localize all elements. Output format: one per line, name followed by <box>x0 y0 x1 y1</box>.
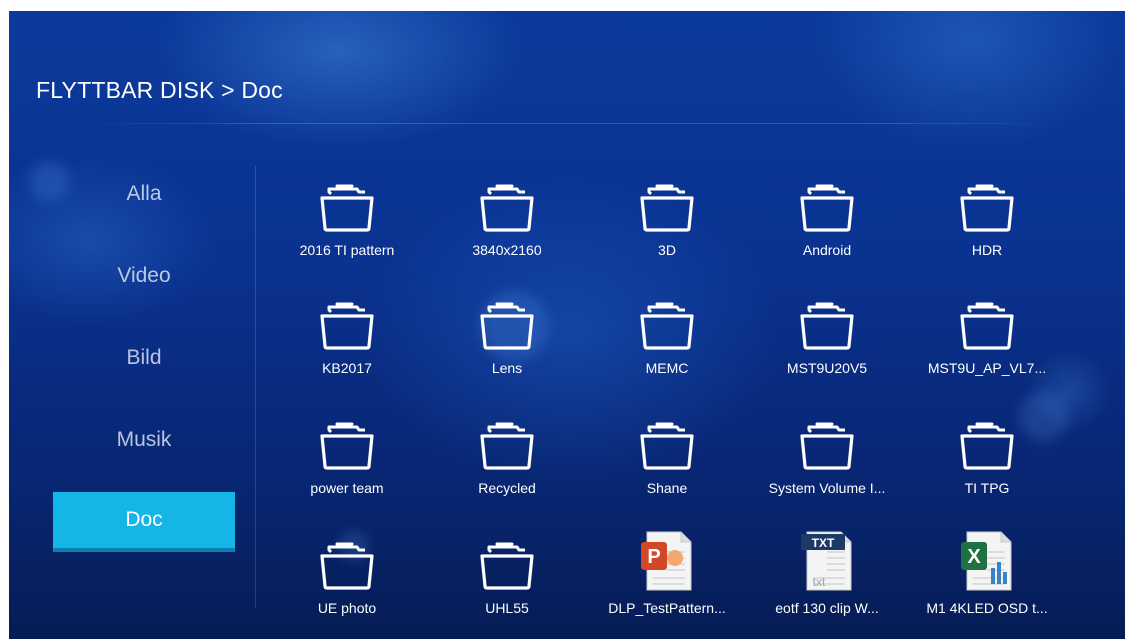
file-name-label: 2016 TI pattern <box>299 242 395 258</box>
folder-icon <box>960 302 1014 350</box>
folder-icon <box>477 288 537 352</box>
file-name-label: TI TPG <box>964 480 1010 496</box>
sidebar-item-video[interactable]: Video <box>53 248 235 304</box>
folder-tile[interactable]: HDR <box>907 166 1067 286</box>
file-name-label: eotf 130 clip W... <box>775 600 879 616</box>
file-name-label: DLP_TestPattern... <box>608 600 726 616</box>
file-badge-text: X <box>967 546 981 568</box>
folder-icon <box>480 422 534 470</box>
file-tile[interactable]: P DLP_TestPattern... <box>587 524 747 639</box>
folder-tile[interactable]: power team <box>267 404 427 524</box>
folder-icon <box>797 288 857 352</box>
folder-icon <box>957 170 1017 234</box>
folder-icon <box>480 184 534 232</box>
folder-tile[interactable]: Shane <box>587 404 747 524</box>
folder-icon <box>477 408 537 472</box>
file-badge-text: P <box>647 546 660 568</box>
folder-icon <box>320 184 374 232</box>
file-name-label: 3840x2160 <box>472 242 542 258</box>
folder-tile[interactable]: 3D <box>587 166 747 286</box>
header-divider <box>79 123 1059 124</box>
file-name-label: UE photo <box>317 600 377 616</box>
folder-icon <box>797 408 857 472</box>
folder-icon <box>317 288 377 352</box>
file-name-label: 3D <box>658 242 676 258</box>
sidebar-item-label: Video <box>117 264 171 287</box>
folder-icon <box>800 302 854 350</box>
folder-tile[interactable]: KB2017 <box>267 284 427 404</box>
file-name-label: HDR <box>971 242 1003 258</box>
folder-icon <box>800 184 854 232</box>
folder-icon <box>637 408 697 472</box>
folder-tile[interactable]: System Volume I... <box>747 404 907 524</box>
folder-tile[interactable]: Lens <box>427 284 587 404</box>
text-file-icon: TXT txt <box>797 528 857 592</box>
file-name-label: M1 4KLED OSD t... <box>926 600 1048 616</box>
folder-tile[interactable]: TI TPG <box>907 404 1067 524</box>
folder-icon <box>317 528 377 592</box>
folder-tile[interactable]: MEMC <box>587 284 747 404</box>
breadcrumb: FLYTTBAR DISK > Doc <box>36 77 283 103</box>
folder-icon <box>477 170 537 234</box>
folder-icon <box>477 528 537 592</box>
file-name-label: MST9U20V5 <box>786 360 868 376</box>
folder-icon <box>957 288 1017 352</box>
folder-tile[interactable]: UE photo <box>267 524 427 639</box>
excel-file-icon: X <box>957 528 1017 592</box>
file-name-label: MST9U_AP_VL7... <box>927 360 1047 376</box>
media-browser-screen: FLYTTBAR DISK > Doc Alla Video Bild Musi… <box>9 11 1125 639</box>
folder-icon <box>640 302 694 350</box>
folder-tile[interactable]: MST9U20V5 <box>747 284 907 404</box>
folder-icon <box>637 288 697 352</box>
sidebar-item-doc[interactable]: Doc <box>53 492 235 548</box>
sidebar-item-label: Musik <box>116 428 172 451</box>
file-badge-subtext: txt <box>813 575 826 589</box>
folder-icon <box>960 184 1014 232</box>
file-name-label: KB2017 <box>322 360 372 376</box>
sidebar-item-bild[interactable]: Bild <box>53 330 235 386</box>
sidebar-item-label: Doc <box>125 508 163 531</box>
folder-tile[interactable]: 3840x2160 <box>427 166 587 286</box>
file-badge-text: TXT <box>812 536 835 550</box>
file-name-label: Recycled <box>478 480 536 496</box>
file-name-label: Lens <box>491 360 523 376</box>
folder-icon <box>320 302 374 350</box>
folder-icon <box>640 422 694 470</box>
file-name-label: System Volume I... <box>768 480 886 496</box>
folder-icon <box>800 422 854 470</box>
folder-icon <box>960 422 1014 470</box>
folder-icon <box>640 184 694 232</box>
folder-icon <box>320 542 374 590</box>
file-name-label: power team <box>310 480 384 496</box>
folder-icon <box>480 302 534 350</box>
sidebar-item-alla[interactable]: Alla <box>53 166 235 222</box>
file-grid: 2016 TI pattern 3840x2160 3D Android HDR KB20… <box>267 166 1087 636</box>
sidebar-item-label: Alla <box>126 182 162 205</box>
folder-icon <box>317 170 377 234</box>
folder-icon <box>320 422 374 470</box>
file-name-label: MEMC <box>645 360 689 376</box>
powerpoint-file-icon: P <box>637 528 697 592</box>
folder-tile[interactable]: Recycled <box>427 404 587 524</box>
folder-icon <box>957 408 1017 472</box>
sidebar-item-musik[interactable]: Musik <box>53 412 235 468</box>
folder-icon <box>637 170 697 234</box>
folder-tile[interactable]: MST9U_AP_VL7... <box>907 284 1067 404</box>
file-tile[interactable]: X M1 4KLED OSD t... <box>907 524 1067 639</box>
file-tile[interactable]: TXT txt eotf 130 clip W... <box>747 524 907 639</box>
folder-icon <box>480 542 534 590</box>
file-name-label: Android <box>802 242 852 258</box>
file-name-label: UHL55 <box>485 600 529 616</box>
folder-icon <box>797 170 857 234</box>
sidebar-divider <box>255 166 256 608</box>
folder-tile[interactable]: Android <box>747 166 907 286</box>
sidebar-item-label: Bild <box>126 346 162 369</box>
folder-tile[interactable]: 2016 TI pattern <box>267 166 427 286</box>
folder-icon <box>317 408 377 472</box>
folder-tile[interactable]: UHL55 <box>427 524 587 639</box>
file-name-label: Shane <box>646 480 688 496</box>
